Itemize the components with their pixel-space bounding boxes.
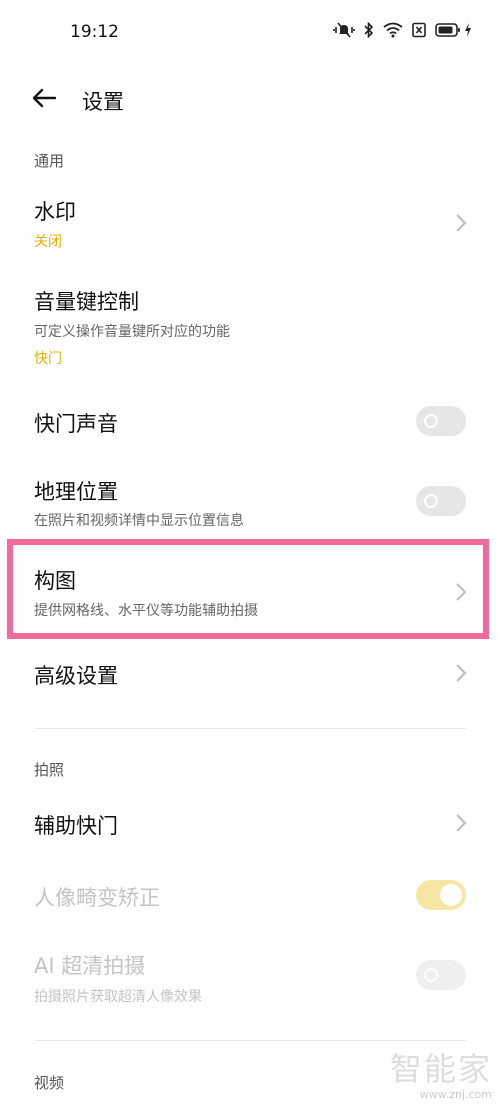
toggle-knob (440, 884, 462, 906)
setting-subtitle: 可定义操作音量键所对应的功能 (34, 324, 230, 340)
setting-portrait-distortion[interactable]: 人像畸变矫正 (0, 872, 500, 918)
section-label-photo: 拍照 (34, 761, 65, 779)
mute-vibrate-icon (333, 22, 355, 38)
page-title: 设置 (82, 90, 124, 114)
setting-status: 快门 (34, 351, 62, 367)
toggle-knob (424, 414, 438, 428)
toggle-knob (424, 494, 438, 508)
shutter-sound-toggle[interactable] (416, 406, 466, 436)
setting-subtitle: 提供网格线、水平仪等功能辅助拍摄 (34, 603, 258, 619)
setting-ai-hd-capture[interactable]: AI 超清拍摄 拍摄照片获取超清人像效果 (0, 942, 500, 1008)
status-time: 19:12 (70, 22, 119, 42)
ai-hd-toggle[interactable] (416, 960, 466, 990)
page-header: 设置 (0, 78, 500, 122)
setting-title: 辅助快门 (34, 814, 118, 838)
wifi-icon (383, 22, 403, 38)
bluetooth-icon (364, 22, 374, 38)
setting-location[interactable]: 地理位置 在照片和视频详情中显示位置信息 (0, 468, 500, 532)
toggle-knob (424, 968, 438, 982)
back-arrow-icon (31, 88, 57, 112)
setting-title: 音量键控制 (34, 290, 139, 314)
setting-title: 高级设置 (34, 664, 118, 688)
back-button[interactable] (28, 84, 60, 116)
setting-title: 水印 (34, 200, 76, 224)
setting-title: 快门声音 (34, 412, 118, 436)
section-divider (34, 728, 466, 729)
setting-title: 地理位置 (34, 480, 118, 504)
sim-card-icon (412, 22, 426, 38)
setting-title: AI 超清拍摄 (34, 954, 146, 978)
section-divider (34, 1040, 466, 1041)
setting-status: 关闭 (34, 234, 62, 250)
setting-assist-shutter[interactable]: 辅助快门 (0, 800, 500, 846)
setting-title: 构图 (34, 569, 76, 593)
setting-subtitle: 拍摄照片获取超清人像效果 (34, 989, 202, 1005)
setting-title: 人像畸变矫正 (34, 886, 160, 910)
portrait-distortion-toggle[interactable] (416, 880, 466, 910)
chevron-right-icon (456, 214, 467, 232)
status-bar: 19:12 (0, 0, 500, 64)
setting-advanced[interactable]: 高级设置 (0, 652, 500, 698)
battery-icon (435, 22, 461, 38)
watermark-text: 智能家 (389, 1050, 492, 1088)
chevron-right-icon (456, 814, 467, 832)
setting-volume-key-control[interactable]: 音量键控制 可定义操作音量键所对应的功能 快门 (0, 278, 500, 374)
setting-composition[interactable]: 构图 提供网格线、水平仪等功能辅助拍摄 (0, 555, 500, 627)
setting-watermark[interactable]: 水印 关闭 (0, 188, 500, 260)
chevron-right-icon (456, 583, 467, 601)
status-icons (333, 22, 472, 38)
site-watermark: 智能家 www.znj.com (390, 1044, 492, 1101)
setting-subtitle: 在照片和视频详情中显示位置信息 (34, 513, 244, 529)
section-label-general: 通用 (34, 152, 65, 170)
section-label-video: 视频 (34, 1074, 65, 1092)
location-toggle[interactable] (416, 486, 466, 516)
chevron-right-icon (456, 664, 467, 682)
setting-shutter-sound[interactable]: 快门声音 (0, 396, 500, 446)
charging-icon (464, 22, 472, 38)
